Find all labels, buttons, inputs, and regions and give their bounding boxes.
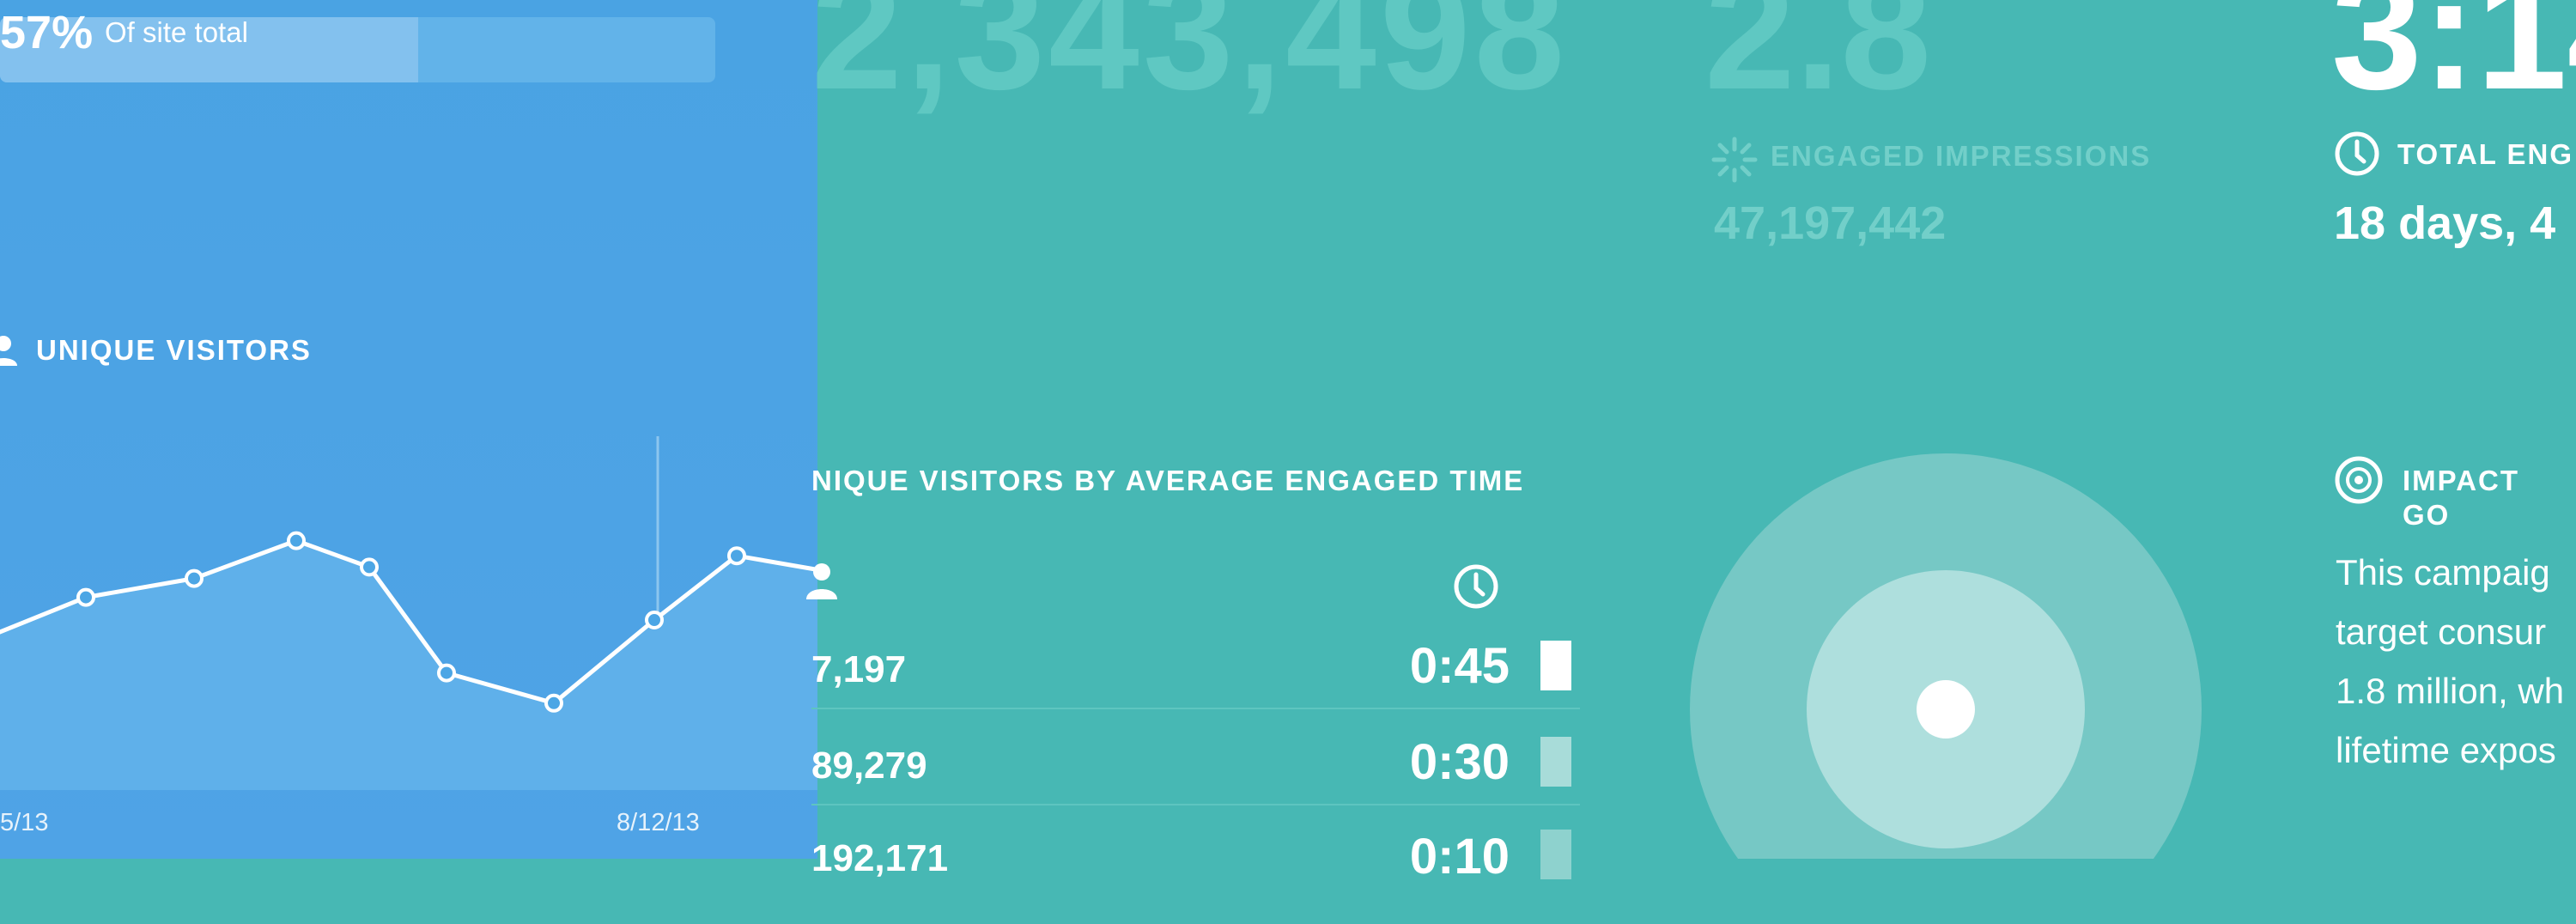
unique-visitors-title: UNIQUE VISITORS	[36, 334, 312, 366]
x-tick-label: 5/13	[0, 809, 49, 836]
row-divider	[811, 804, 1580, 805]
impact-goal-title: IMPACT GO	[2403, 465, 2520, 531]
data-point[interactable]	[360, 557, 379, 577]
table-row[interactable]: 7,197 0:45	[811, 639, 1580, 733]
avg-engaged-time-number: 3:14	[2331, 0, 2576, 124]
data-point[interactable]	[185, 568, 204, 588]
site-share-label: Of site total	[105, 16, 248, 48]
engaged-time: 0:30	[1409, 734, 1510, 790]
engaged-impressions-value: 47,197,442	[1714, 198, 1947, 249]
data-point[interactable]	[76, 587, 95, 607]
time-bar	[1540, 830, 1571, 879]
data-point[interactable]	[544, 693, 563, 713]
visitors-count: 7,197	[811, 648, 907, 690]
engagement-score-number: 2.8	[1704, 0, 1932, 124]
row-divider	[811, 708, 1580, 709]
impact-text-line: 1.8 million, wh	[2336, 671, 2565, 711]
clock-icon	[2335, 131, 2379, 176]
target-icon	[1690, 453, 2202, 859]
x-tick-label: 8/12/13	[617, 809, 700, 836]
impact-text-line: target consur	[2336, 611, 2547, 652]
visitors-by-time-title: NIQUE VISITORS BY AVERAGE ENGAGED TIME	[811, 465, 1525, 496]
visitors-count: 89,279	[811, 745, 927, 787]
total-engaged-label: TOTAL ENG	[2397, 138, 2574, 170]
target-icon	[2335, 456, 2383, 504]
user-icon	[0, 336, 17, 366]
data-point[interactable]	[437, 663, 456, 683]
table-row[interactable]: 192,171 0:10	[811, 830, 1580, 924]
clock-icon	[1454, 564, 1498, 609]
unique-visitors-chart[interactable]	[0, 378, 817, 859]
total-engaged-value: 18 days, 4	[2334, 198, 2556, 249]
data-point[interactable]	[645, 611, 664, 629]
visitors-count: 192,171	[811, 837, 949, 879]
engaged-time: 0:45	[1409, 638, 1510, 694]
site-share-percent: 57%	[0, 7, 94, 58]
data-point[interactable]	[727, 546, 746, 566]
time-bar	[1540, 737, 1571, 787]
total-unique-visitors-number: 2,343,498	[811, 0, 1569, 124]
impact-text-line: lifetime expos	[2336, 730, 2556, 770]
time-bar	[1540, 641, 1571, 690]
impact-text-line: This campaig	[2336, 552, 2550, 593]
spinner-icon	[1711, 137, 1758, 183]
unique-visitors-panel: 57% Of site total UNIQUE VISITORS 5/13 8…	[0, 0, 817, 859]
table-row[interactable]: 89,279 0:30	[811, 735, 1580, 830]
engaged-time: 0:10	[1409, 829, 1510, 884]
chart-area	[0, 540, 817, 790]
data-point[interactable]	[287, 531, 306, 550]
target-center	[1917, 680, 1975, 739]
user-icon	[806, 563, 837, 599]
engaged-impressions-label: ENGAGED IMPRESSIONS	[1771, 140, 2152, 172]
